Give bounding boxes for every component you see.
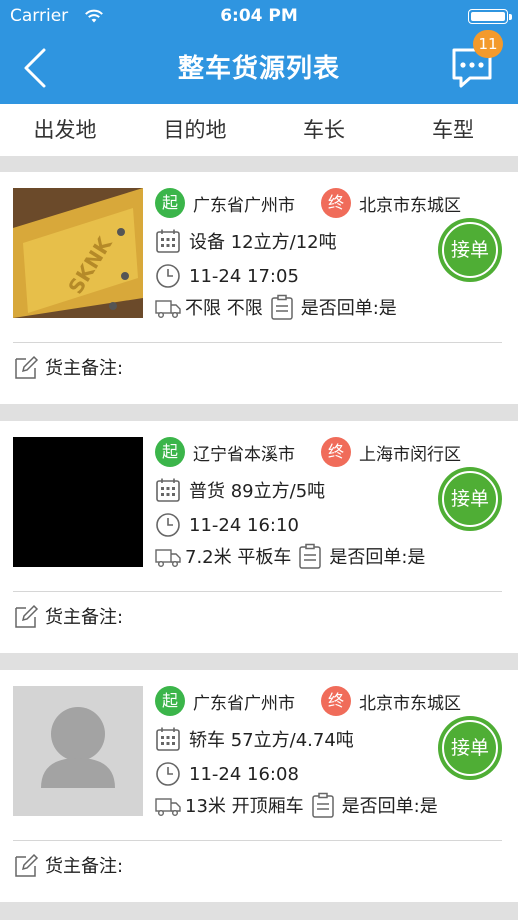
cargo-photo: SKNK bbox=[13, 188, 143, 318]
vehicle-spec: 不限 不限 bbox=[185, 298, 263, 319]
receipt-icon bbox=[299, 543, 322, 569]
accept-order-button[interactable]: 接单 bbox=[438, 467, 502, 531]
card-divider bbox=[13, 591, 502, 592]
note-label: 货主备注: bbox=[45, 607, 124, 628]
edit-icon bbox=[15, 604, 39, 628]
clock-icon bbox=[156, 513, 180, 537]
shipper-note: 货主备注: bbox=[13, 850, 123, 880]
destination-tag: 终 bbox=[321, 188, 351, 218]
clock-label: 6:04 PM bbox=[220, 6, 298, 26]
vehicle-spec: 7.2米 平板车 bbox=[185, 547, 292, 568]
message-count-badge: 11 bbox=[473, 30, 503, 58]
truck-icon bbox=[155, 798, 181, 817]
calendar-icon bbox=[156, 229, 180, 253]
nav-bar: Carrier 6:04 PM 整车货源列表 11 bbox=[0, 0, 518, 104]
destination-tag: 终 bbox=[321, 437, 351, 467]
cargo-row: 普货 89立方/5吨 bbox=[155, 475, 325, 505]
accept-order-button[interactable]: 接单 bbox=[438, 218, 502, 282]
time-row: 11-24 16:08 bbox=[155, 759, 299, 789]
filter-origin[interactable]: 出发地 bbox=[0, 104, 130, 156]
card-divider bbox=[13, 342, 502, 343]
vehicle-row: 7.2米 平板车 是否回单:是 bbox=[155, 541, 425, 571]
origin-city: 辽宁省本溪市 bbox=[193, 444, 295, 465]
destination-city: 北京市东城区 bbox=[359, 195, 461, 216]
filter-destination[interactable]: 目的地 bbox=[130, 104, 260, 156]
destination-city: 北京市东城区 bbox=[359, 693, 461, 714]
cargo-card[interactable]: 起 辽宁省本溪市 终 上海市闵行区 普货 89立方/5吨 11-24 16:10… bbox=[0, 421, 518, 653]
note-label: 货主备注: bbox=[45, 856, 124, 877]
origin-tag: 起 bbox=[155, 188, 185, 218]
accept-order-button[interactable]: 接单 bbox=[438, 716, 502, 780]
accept-label: 接单 bbox=[450, 239, 489, 261]
status-bar: Carrier 6:04 PM bbox=[0, 0, 518, 34]
vehicle-spec: 13米 开顶厢车 bbox=[185, 796, 304, 817]
clock-icon bbox=[156, 762, 180, 786]
cargo-card[interactable]: 起 广东省广州市 终 北京市东城区 轿车 57立方/4.74吨 11-24 16… bbox=[0, 670, 518, 902]
cargo-photo bbox=[13, 437, 143, 567]
route-row: 起 广东省广州市 终 北京市东城区 bbox=[155, 686, 461, 716]
time-row: 11-24 16:10 bbox=[155, 510, 299, 540]
cargo-row: 设备 12立方/12吨 bbox=[155, 226, 337, 256]
truck-icon bbox=[155, 300, 181, 319]
filter-type[interactable]: 车型 bbox=[388, 104, 518, 156]
origin-city: 广东省广州市 bbox=[193, 195, 295, 216]
receipt-icon bbox=[311, 792, 334, 818]
route-row: 起 广东省广州市 终 北京市东城区 bbox=[155, 188, 461, 218]
origin-tag: 起 bbox=[155, 686, 185, 716]
vehicle-row: 13米 开顶厢车 是否回单:是 bbox=[155, 790, 438, 820]
truck-icon bbox=[155, 549, 181, 568]
route-row: 起 辽宁省本溪市 终 上海市闵行区 bbox=[155, 437, 461, 467]
destination-tag: 终 bbox=[321, 686, 351, 716]
vehicle-row: 不限 不限 是否回单:是 bbox=[155, 292, 397, 322]
cargo-card[interactable]: SKNK 起 广东省广州市 终 北京市东城区 设备 12立方/12吨 11-24… bbox=[0, 172, 518, 404]
edit-icon bbox=[15, 853, 39, 877]
filter-bar: 出发地 目的地 车长 车型 bbox=[0, 104, 518, 156]
cargo-info: 设备 12立方/12吨 bbox=[189, 232, 337, 253]
cargo-info: 轿车 57立方/4.74吨 bbox=[189, 730, 354, 751]
cargo-info: 普货 89立方/5吨 bbox=[189, 481, 326, 502]
cargo-row: 轿车 57立方/4.74吨 bbox=[155, 724, 354, 754]
accept-label: 接单 bbox=[450, 488, 489, 510]
receipt-status: 是否回单:是 bbox=[300, 298, 397, 319]
filter-length[interactable]: 车长 bbox=[259, 104, 389, 156]
clock-icon bbox=[156, 264, 180, 288]
page-title: 整车货源列表 bbox=[177, 54, 340, 84]
receipt-icon bbox=[270, 294, 293, 320]
load-time: 11-24 16:10 bbox=[189, 514, 299, 536]
shipper-note: 货主备注: bbox=[13, 352, 123, 382]
battery-icon bbox=[468, 9, 512, 24]
receipt-status: 是否回单:是 bbox=[341, 796, 438, 817]
origin-city: 广东省广州市 bbox=[193, 693, 295, 714]
load-time: 11-24 17:05 bbox=[189, 265, 299, 287]
note-label: 货主备注: bbox=[45, 358, 124, 379]
receipt-status: 是否回单:是 bbox=[329, 547, 426, 568]
shipper-note: 货主备注: bbox=[13, 601, 123, 631]
edit-icon bbox=[15, 355, 39, 379]
calendar-icon bbox=[156, 478, 180, 502]
avatar-placeholder-icon bbox=[13, 686, 143, 816]
destination-city: 上海市闵行区 bbox=[359, 444, 461, 465]
origin-tag: 起 bbox=[155, 437, 185, 467]
card-divider bbox=[13, 840, 502, 841]
accept-label: 接单 bbox=[450, 737, 489, 759]
load-time: 11-24 16:08 bbox=[189, 763, 299, 785]
time-row: 11-24 17:05 bbox=[155, 261, 299, 291]
calendar-icon bbox=[156, 727, 180, 751]
